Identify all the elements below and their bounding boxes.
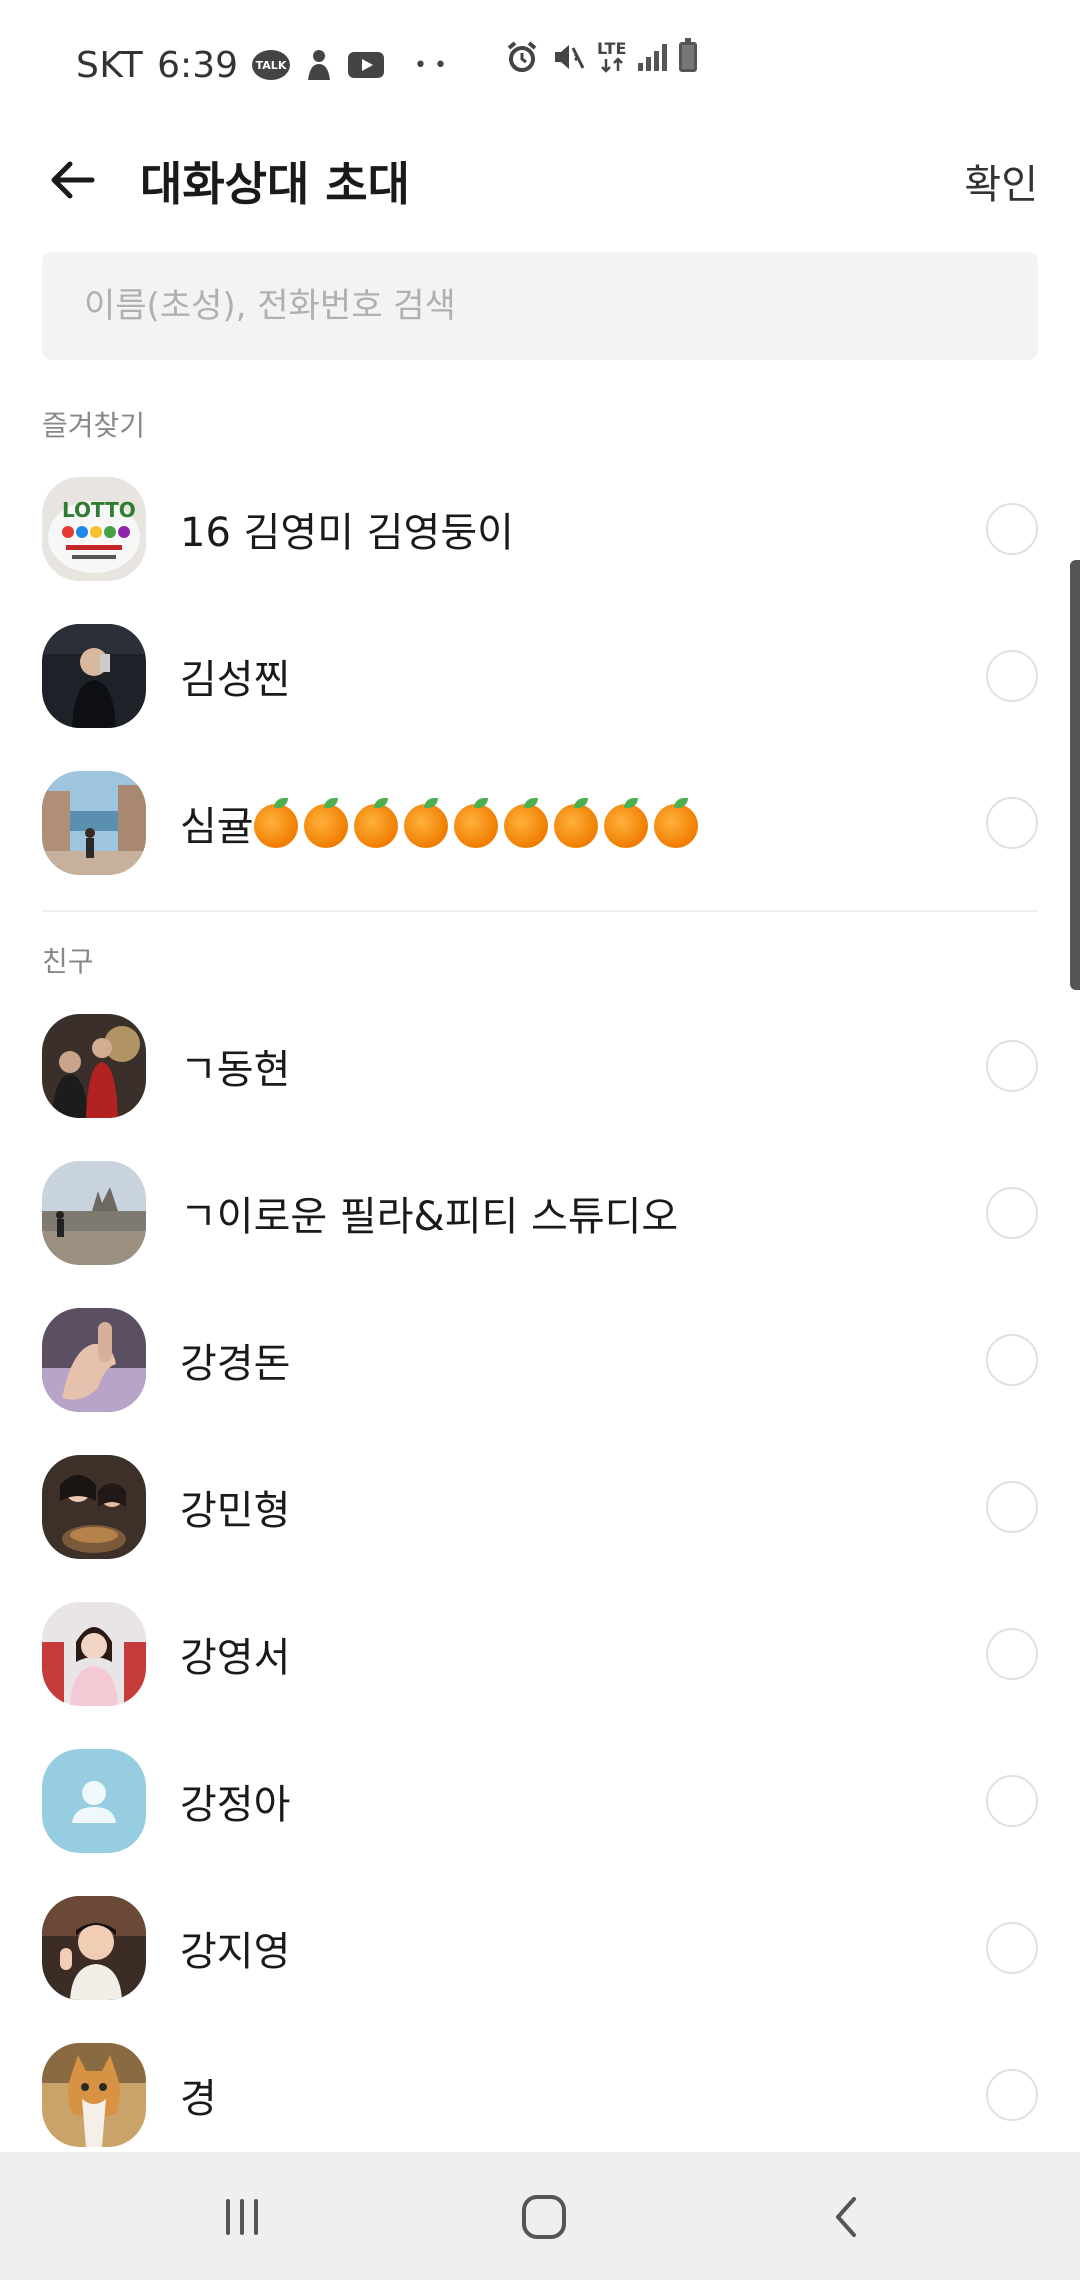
contact-name: 강영서 <box>180 1634 291 1681</box>
battery-icon <box>679 38 698 72</box>
contact-name: 강민형 <box>180 1487 291 1534</box>
contact-row[interactable]: 김성찐 <box>0 602 1080 749</box>
avatar <box>42 1454 146 1559</box>
system-nav-bar <box>0 2152 1080 2280</box>
orange-emoji-icon <box>503 797 548 848</box>
home-icon <box>522 2195 566 2239</box>
contact-name: 강경돈 <box>180 1340 291 1387</box>
clock: 6:39 <box>157 44 238 86</box>
youtube-icon <box>348 52 384 78</box>
contact-row[interactable]: ㄱ동현 <box>0 992 1080 1139</box>
contact-name: 경 <box>180 2075 217 2122</box>
more-notifications-icon: • • <box>414 52 447 78</box>
page-title: 대화상대 초대 <box>140 157 410 211</box>
contact-name: ㄱ이로운 필라&피티 스튜디오 <box>180 1193 679 1240</box>
contact-row[interactable]: ㄱ이로운 필라&피티 스튜디오 <box>0 1139 1080 1286</box>
contact-row[interactable]: 경 <box>0 2021 1080 2168</box>
app-header: 대화상대 초대 확인 <box>0 130 1080 230</box>
contact-name: ㄱ동현 <box>180 1046 291 1093</box>
avatar <box>42 770 146 875</box>
scrollbar[interactable] <box>1070 560 1080 990</box>
orange-emoji-row <box>253 797 704 850</box>
contact-row[interactable]: 강민형 <box>0 1433 1080 1580</box>
contact-name-text: 심귤 <box>180 803 254 850</box>
contact-name: 강정아 <box>180 1781 291 1828</box>
person-notification-icon <box>304 48 334 82</box>
contact-row[interactable]: 강영서 <box>0 1580 1080 1727</box>
orange-emoji-icon <box>453 797 498 848</box>
back-button[interactable] <box>42 150 102 210</box>
select-radio[interactable] <box>986 1333 1038 1386</box>
favorites-section-header: 즐겨찾기 <box>42 409 146 442</box>
avatar <box>42 623 146 728</box>
contact-name: 김성찐 <box>180 656 291 703</box>
talk-icon: TALK <box>252 50 290 80</box>
select-radio[interactable] <box>986 2068 1038 2121</box>
status-left: SKT 6:39 TALK • • <box>76 45 447 86</box>
contact-row[interactable]: 심귤 <box>0 749 1080 896</box>
orange-emoji-icon <box>553 797 598 848</box>
search-input[interactable] <box>84 286 1038 326</box>
orange-emoji-icon <box>253 797 298 848</box>
orange-emoji-icon <box>353 797 398 848</box>
avatar <box>42 1013 146 1118</box>
contact-name: 심귤 <box>180 794 704 852</box>
alarm-icon <box>505 40 539 74</box>
signal-icon <box>638 43 668 71</box>
select-radio[interactable] <box>986 649 1038 702</box>
contact-name: 16 김영미 김영둥이 <box>180 509 514 556</box>
orange-emoji-icon <box>653 797 698 848</box>
lte-label: LTE <box>597 39 627 58</box>
avatar <box>42 1160 146 1265</box>
contact-row[interactable]: LOTTO 16 김영미 김영둥이 <box>0 455 1080 602</box>
status-bar: SKT 6:39 TALK • • LTE <box>0 0 1080 130</box>
section-divider <box>42 910 1038 912</box>
system-back-button[interactable] <box>806 2182 886 2252</box>
select-radio[interactable] <box>986 1921 1038 1974</box>
avatar <box>42 1895 146 2000</box>
avatar <box>42 2042 146 2147</box>
avatar <box>42 1601 146 1706</box>
search-box[interactable] <box>42 252 1038 360</box>
select-radio[interactable] <box>986 1039 1038 1092</box>
recent-apps-icon <box>226 2199 258 2235</box>
default-person-icon <box>72 1780 116 1823</box>
svg-text:LOTTO: LOTTO <box>62 498 136 522</box>
default-avatar <box>42 1748 146 1853</box>
status-right: LTE <box>505 38 698 74</box>
select-radio[interactable] <box>986 1774 1038 1827</box>
contact-row[interactable]: 강경돈 <box>0 1286 1080 1433</box>
select-radio[interactable] <box>986 1480 1038 1533</box>
lte-icon: LTE <box>597 41 626 73</box>
orange-emoji-icon <box>303 797 348 848</box>
recent-apps-button[interactable] <box>202 2182 282 2252</box>
orange-emoji-icon <box>403 797 448 848</box>
select-radio[interactable] <box>986 796 1038 849</box>
friends-section-header: 친구 <box>42 945 94 978</box>
select-radio[interactable] <box>986 1186 1038 1239</box>
arrow-left-icon <box>51 161 95 199</box>
contact-row[interactable]: 강지영 <box>0 1874 1080 2021</box>
avatar: LOTTO <box>42 476 146 581</box>
select-radio[interactable] <box>986 502 1038 555</box>
home-button[interactable] <box>504 2182 584 2252</box>
contact-row[interactable]: 강정아 <box>0 1727 1080 1874</box>
contact-name: 강지영 <box>180 1928 291 1975</box>
orange-emoji-icon <box>603 797 648 848</box>
select-radio[interactable] <box>986 1627 1038 1680</box>
chevron-left-icon <box>836 2197 856 2237</box>
carrier-label: SKT <box>76 44 144 86</box>
avatar <box>42 1307 146 1412</box>
mute-icon <box>551 40 585 74</box>
confirm-button[interactable]: 확인 <box>964 152 1038 210</box>
